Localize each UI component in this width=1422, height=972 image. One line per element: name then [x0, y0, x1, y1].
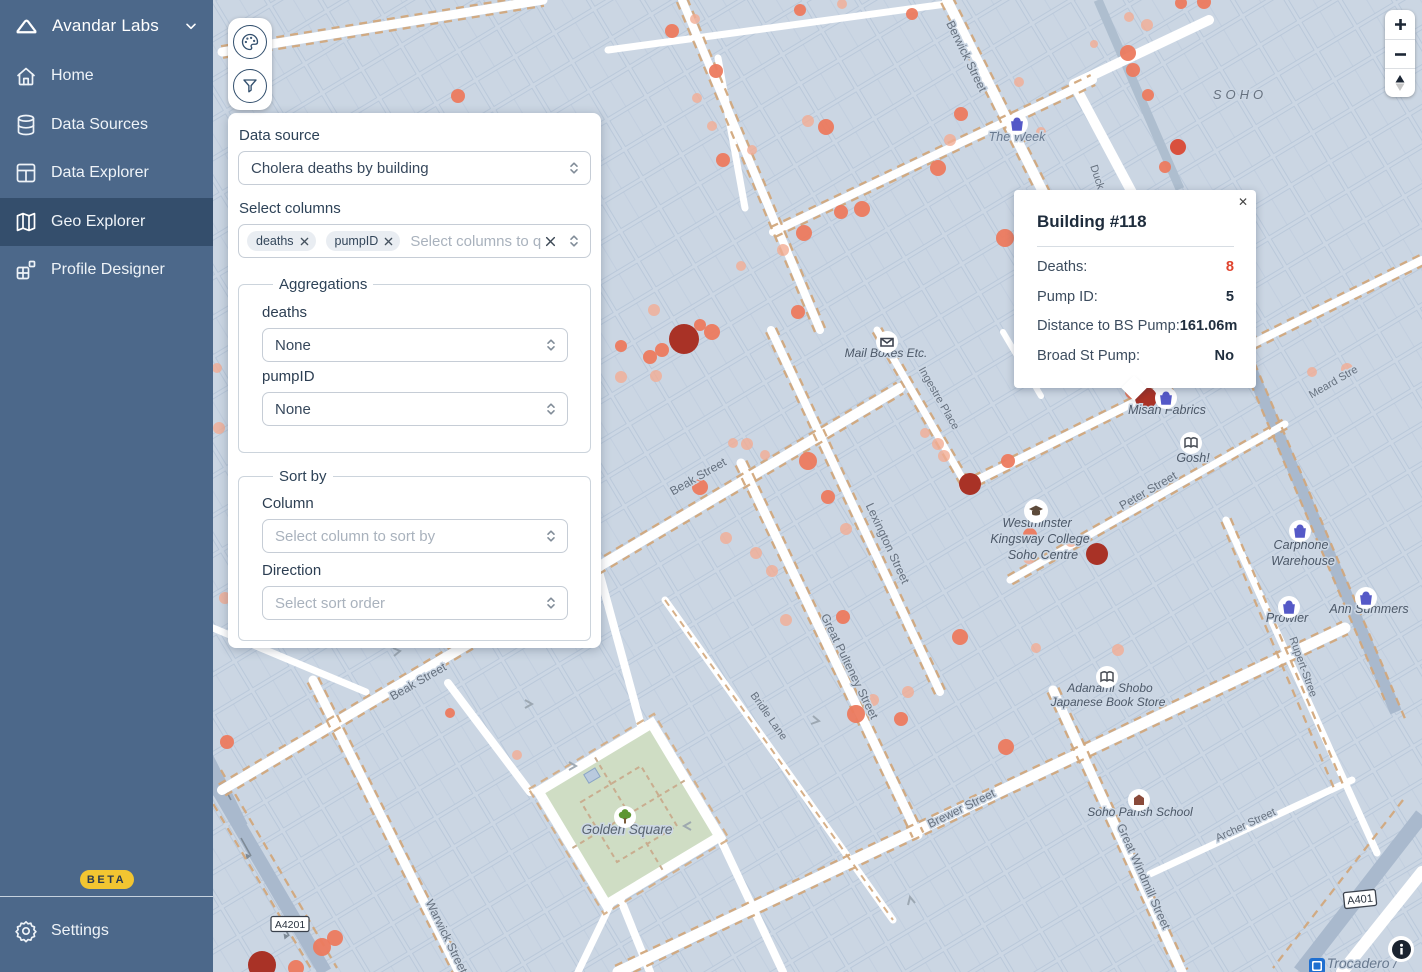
svg-text:Kingsway College: Kingsway College [990, 532, 1089, 546]
svg-text:Japanese Book Store: Japanese Book Store [1050, 695, 1166, 709]
svg-text:Trocadero /: Trocadero / [1327, 955, 1400, 971]
svg-text:Warehouse: Warehouse [1271, 554, 1335, 568]
svg-text:A4201: A4201 [275, 919, 306, 931]
svg-text:Soho Centre: Soho Centre [1008, 548, 1078, 562]
svg-text:SOHO: SOHO [1213, 87, 1267, 102]
